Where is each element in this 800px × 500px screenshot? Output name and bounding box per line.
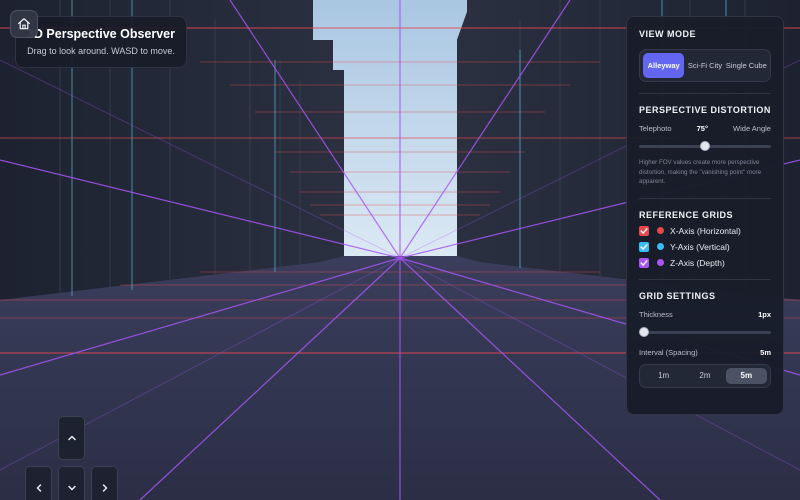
view-mode-single-cube[interactable]: Single Cube: [726, 53, 767, 78]
home-button[interactable]: [10, 10, 38, 38]
check-icon: [640, 259, 648, 266]
fov-note: Higher FOV values create more perspectiv…: [639, 159, 762, 185]
fov-labels: Telephoto 75° Wide Angle: [639, 124, 771, 133]
chevron-down-icon: [67, 485, 76, 491]
interval-value: 5m: [760, 347, 771, 357]
thickness-value: 1px: [758, 309, 771, 319]
check-icon: [640, 227, 648, 234]
fov-value: 75°: [696, 124, 708, 133]
checkbox-x[interactable]: [639, 225, 649, 236]
x-axis-color-dot: [657, 227, 664, 234]
grid-settings-title: GRID SETTINGS: [639, 290, 716, 301]
move-forward-button[interactable]: [58, 416, 85, 460]
divider: [639, 93, 771, 94]
thickness-labels: Thickness 1px: [639, 310, 771, 319]
interval-1m[interactable]: 1m: [643, 368, 684, 384]
move-back-button[interactable]: [58, 466, 85, 500]
control-panel: VIEW MODE Alleyway Sci-Fi City Single Cu…: [626, 16, 784, 415]
page-title: 3D Perspective Observer: [26, 27, 175, 41]
chevron-up-icon: [67, 435, 76, 441]
interval-label: Interval (Spacing): [639, 347, 698, 357]
grid-toggle-x[interactable]: X-Axis (Horizontal): [639, 225, 771, 236]
chevron-right-icon: [102, 484, 107, 492]
grid-z-label: Z-Axis (Depth): [670, 257, 725, 268]
fov-slider-thumb[interactable]: [700, 141, 710, 151]
telephoto-label: Telephoto: [639, 124, 672, 133]
distortion-title: PERSPECTIVE DISTORTION: [639, 105, 771, 115]
thickness-slider[interactable]: [639, 326, 771, 337]
thickness-slider-thumb[interactable]: [639, 326, 649, 337]
view-mode-alleyway[interactable]: Alleyway: [643, 53, 685, 78]
divider: [639, 278, 771, 280]
grid-y-label: Y-Axis (Vertical): [670, 241, 730, 252]
thickness-label: Thickness: [639, 309, 673, 319]
z-axis-color-dot: [657, 259, 664, 266]
home-icon: [18, 18, 30, 30]
fov-slider[interactable]: [639, 141, 771, 151]
chevron-left-icon: [36, 484, 41, 492]
title-card: 3D Perspective Observer Drag to look aro…: [15, 16, 187, 68]
move-left-button[interactable]: [25, 466, 52, 500]
grids-title: REFERENCE GRIDS: [639, 209, 734, 220]
move-right-button[interactable]: [91, 466, 118, 500]
grid-x-label: X-Axis (Horizontal): [670, 225, 741, 236]
view-mode-title: VIEW MODE: [639, 29, 697, 39]
checkbox-z[interactable]: [639, 257, 649, 268]
checkbox-y[interactable]: [639, 241, 649, 252]
check-icon: [640, 243, 648, 250]
page-subtitle: Drag to look around. WASD to move.: [27, 46, 175, 56]
divider: [639, 197, 771, 199]
interval-labels: Interval (Spacing) 5m: [639, 348, 771, 357]
wide-angle-label: Wide Angle: [733, 124, 771, 133]
interval-2m[interactable]: 2m: [684, 368, 725, 384]
view-mode-sci-fi-city[interactable]: Sci-Fi City: [684, 53, 725, 78]
y-axis-color-dot: [657, 243, 664, 250]
grid-toggle-y[interactable]: Y-Axis (Vertical): [639, 241, 771, 252]
view-mode-selector: Alleyway Sci-Fi City Single Cube: [639, 49, 771, 82]
grid-toggle-z[interactable]: Z-Axis (Depth): [639, 257, 771, 268]
interval-5m[interactable]: 5m: [725, 367, 767, 384]
interval-selector: 1m 2m 5m: [639, 363, 771, 388]
